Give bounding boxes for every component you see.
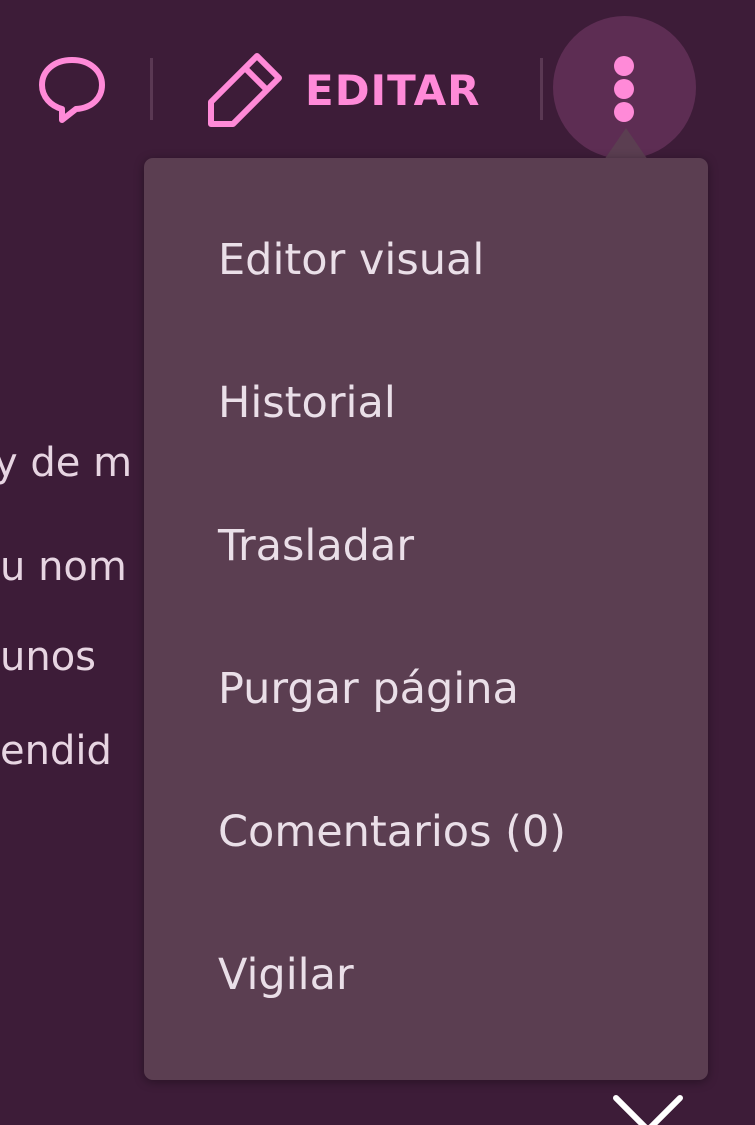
toolbar-divider — [540, 58, 543, 120]
menu-item-comentarios[interactable]: Comentarios (0) — [218, 787, 688, 877]
edit-label: EDITAR — [305, 65, 481, 115]
article-text-line: unos — [0, 634, 97, 680]
ellipsis-dot — [614, 102, 634, 122]
edit-button[interactable]: EDITAR — [205, 50, 480, 130]
close-button[interactable] — [610, 1092, 686, 1125]
menu-item-purgar-pagina[interactable]: Purgar página — [218, 644, 688, 734]
article-text-line: endid — [0, 728, 112, 774]
toolbar-divider — [150, 58, 153, 120]
article-text-line: u nom — [0, 544, 127, 590]
menu-item-vigilar[interactable]: Vigilar — [218, 930, 688, 1020]
ellipsis-dot — [614, 79, 634, 99]
more-options-menu: Editor visual Historial Trasladar Purgar… — [144, 158, 708, 1080]
pencil-icon — [208, 53, 282, 127]
menu-item-historial[interactable]: Historial — [218, 358, 688, 448]
menu-item-editor-visual[interactable]: Editor visual — [218, 215, 688, 305]
article-text-line: y de m — [0, 440, 133, 486]
ellipsis-dot — [614, 56, 634, 76]
close-icon — [613, 1095, 683, 1125]
page: EDITAR y de m u nom unos endid Editor vi… — [0, 0, 755, 1125]
menu-pointer — [604, 128, 648, 160]
comments-button[interactable] — [36, 54, 108, 124]
speech-bubble-icon — [39, 57, 105, 123]
menu-item-trasladar[interactable]: Trasladar — [218, 501, 688, 591]
